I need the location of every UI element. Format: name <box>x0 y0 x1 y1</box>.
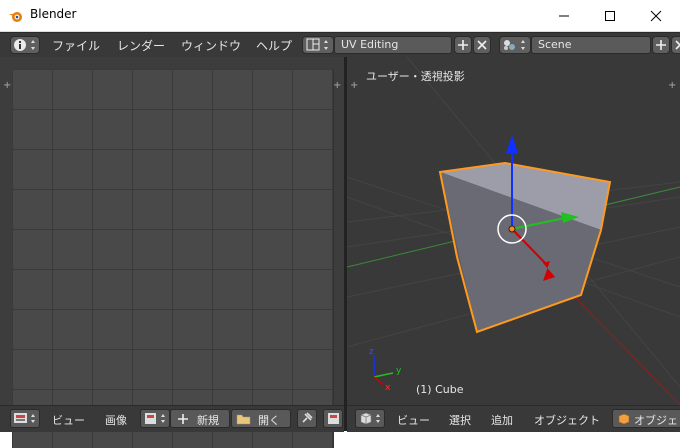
3d-viewport[interactable]: z y x <box>347 57 680 405</box>
uv-editor-header: ビュー 画像 新規 開く <box>0 405 344 432</box>
image-browse-button[interactable] <box>140 409 170 428</box>
open-image-label: 開く <box>258 414 280 427</box>
x-icon <box>477 40 487 50</box>
active-object-label: (1) Cube <box>416 383 464 396</box>
area-split-plus-icon[interactable]: + <box>350 81 358 91</box>
object-mode-icon <box>618 413 630 425</box>
image-icon <box>145 413 165 424</box>
info-icon <box>14 39 35 51</box>
svg-text:y: y <box>396 366 402 376</box>
add-screen-button[interactable] <box>454 36 472 54</box>
viewport-scene: z y x <box>347 57 680 405</box>
menu-object[interactable]: オブジェクト <box>534 412 600 428</box>
menu-view[interactable]: ビュー <box>397 412 430 428</box>
editor-type-button[interactable] <box>10 409 40 428</box>
editor-type-button[interactable] <box>10 36 40 54</box>
folder-icon <box>236 414 251 425</box>
menu-view[interactable]: ビュー <box>52 412 85 428</box>
maximize-icon <box>605 10 615 21</box>
window-title: Blender <box>30 7 77 21</box>
open-image-button[interactable]: 開く <box>231 409 291 428</box>
info-header: ファイル レンダー ウィンドウ ヘルプ UV Editing Scene <box>0 32 680 57</box>
menu-add[interactable]: 追加 <box>491 412 513 428</box>
x-icon <box>675 40 680 50</box>
cube-icon <box>360 412 380 425</box>
svg-text:z: z <box>369 347 374 357</box>
pin-button[interactable] <box>297 409 317 428</box>
mode-label: オブジェ <box>634 414 678 427</box>
uv-image-editor[interactable]: + + <box>0 57 344 448</box>
maximize-button[interactable] <box>587 0 633 31</box>
screen-layout-selector[interactable] <box>302 36 334 54</box>
scene-selector[interactable] <box>499 36 531 54</box>
image-display-button[interactable] <box>323 409 343 428</box>
menu-file[interactable]: ファイル <box>52 37 100 54</box>
close-icon <box>650 10 662 21</box>
svg-text:x: x <box>385 383 391 393</box>
menu-render[interactable]: レンダー <box>117 37 165 54</box>
menu-window[interactable]: ウィンドウ <box>181 37 241 54</box>
delete-scene-button[interactable] <box>671 36 680 54</box>
object-origin-icon <box>508 225 516 233</box>
add-scene-button[interactable] <box>652 36 670 54</box>
axis-indicator-icon: z y x <box>369 347 402 393</box>
z-arrow-icon[interactable] <box>506 135 518 153</box>
delete-screen-button[interactable] <box>473 36 491 54</box>
editor-type-button[interactable] <box>355 409 385 428</box>
blender-logo-icon <box>9 12 22 22</box>
new-image-label: 新規 <box>197 414 219 427</box>
window-titlebar: Blender <box>0 0 680 32</box>
menu-image[interactable]: 画像 <box>105 412 127 428</box>
minimize-icon <box>559 15 569 16</box>
screen-layout-name-field[interactable]: UV Editing <box>334 36 452 54</box>
viewport-view-label: ユーザー・透視投影 <box>366 70 465 83</box>
plus-icon <box>656 40 666 50</box>
image-icon <box>328 413 339 424</box>
area-split-plus-icon[interactable]: + <box>668 81 676 91</box>
menu-help[interactable]: ヘルプ <box>256 37 292 54</box>
new-image-button[interactable]: 新規 <box>170 409 230 428</box>
minimize-button[interactable] <box>541 0 587 31</box>
uv-grid[interactable] <box>12 69 334 448</box>
image-editor-icon <box>14 413 35 423</box>
plus-icon <box>458 40 468 50</box>
area-split-plus-icon[interactable]: + <box>333 81 341 91</box>
layout-icon <box>306 38 328 51</box>
3d-view-header: ビュー 選択 追加 オブジェクト オブジェ <box>347 405 680 432</box>
mode-selector[interactable]: オブジェ <box>612 409 680 428</box>
area-split-plus-icon[interactable]: + <box>3 81 11 91</box>
scene-icon <box>504 40 525 50</box>
close-button[interactable] <box>633 0 679 31</box>
pin-icon <box>302 412 313 423</box>
plus-icon <box>178 414 188 424</box>
scene-name-field[interactable]: Scene <box>531 36 651 54</box>
menu-select[interactable]: 選択 <box>449 412 471 428</box>
